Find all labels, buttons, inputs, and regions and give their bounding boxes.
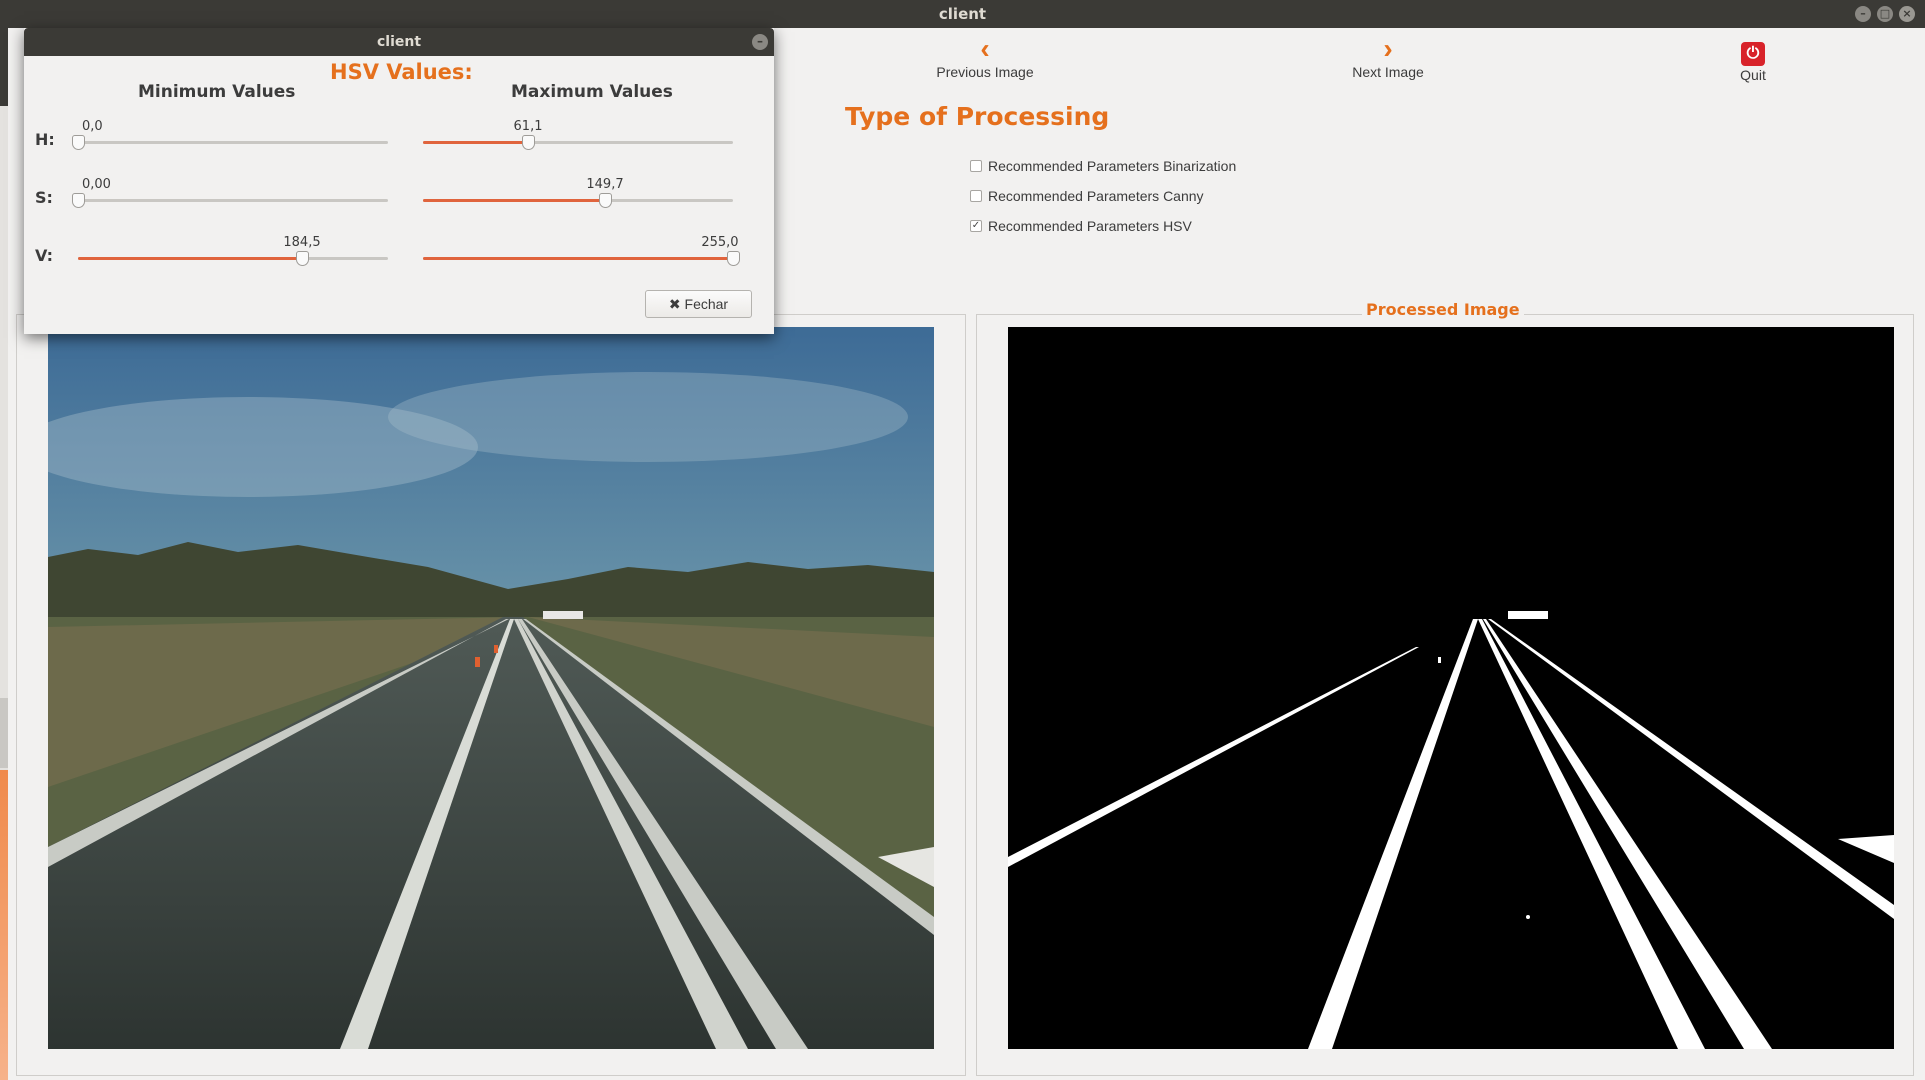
minimum-values-header: Minimum Values: [138, 82, 296, 102]
saturation-min-slider[interactable]: 0,00: [72, 177, 388, 210]
minimize-icon[interactable]: –: [1855, 6, 1871, 22]
previous-image-label: Previous Image: [936, 64, 1034, 80]
value-label: V:: [35, 246, 54, 265]
option-hsv[interactable]: ✓ Recommended Parameters HSV: [970, 218, 1192, 234]
value-max-value: 255,0: [701, 235, 739, 250]
hue-min-value: 0,0: [82, 119, 103, 134]
processed-image: [1008, 327, 1894, 1049]
option-label: Recommended Parameters Canny: [988, 188, 1204, 204]
option-canny[interactable]: Recommended Parameters Canny: [970, 188, 1204, 204]
hue-max-slider[interactable]: 61,1: [423, 119, 733, 152]
saturation-max-slider[interactable]: 149,7: [423, 177, 733, 210]
hsv-checkbox[interactable]: ✓: [970, 220, 982, 232]
canny-checkbox[interactable]: [970, 190, 982, 202]
close-icon[interactable]: ×: [1899, 6, 1915, 22]
main-titlebar: client – □ ×: [0, 0, 1925, 28]
saturation-label: S:: [35, 188, 53, 207]
window-title: client: [938, 5, 987, 23]
power-icon: ⏻: [1741, 42, 1765, 66]
quit-button[interactable]: ⏻ Quit: [1723, 34, 1783, 83]
minimize-icon[interactable]: –: [752, 34, 768, 50]
chevron-left-icon: ‹: [980, 33, 990, 64]
value-max-slider[interactable]: 255,0: [423, 235, 740, 268]
hsv-dialog: client – HSV Values: Minimum Values Maxi…: [24, 28, 774, 334]
close-dialog-button[interactable]: ✖ Fechar: [645, 290, 752, 318]
previous-image-button[interactable]: ‹ Previous Image: [930, 33, 1040, 81]
processed-image-title: Processed Image: [1362, 300, 1524, 319]
hue-max-value: 61,1: [513, 119, 543, 134]
option-label: Recommended Parameters Binarization: [988, 158, 1237, 174]
maximum-values-header: Maximum Values: [511, 82, 673, 102]
slider-handle[interactable]: [522, 135, 535, 150]
processing-title: Type of Processing: [845, 102, 1110, 131]
window-controls: – □ ×: [1855, 6, 1915, 22]
chevron-right-icon: ›: [1383, 33, 1393, 64]
background-window-edge: [0, 28, 8, 1080]
next-image-button[interactable]: › Next Image: [1333, 33, 1443, 81]
slider-handle[interactable]: [72, 193, 85, 208]
slider-handle[interactable]: [296, 251, 309, 266]
binarization-checkbox[interactable]: [970, 160, 982, 172]
quit-label: Quit: [1740, 67, 1766, 83]
value-min-slider[interactable]: 184,5: [78, 235, 388, 268]
next-image-label: Next Image: [1352, 64, 1424, 80]
dialog-title: client: [376, 34, 422, 50]
hsv-values-title: HSV Values:: [330, 60, 473, 84]
maximize-icon[interactable]: □: [1877, 6, 1893, 22]
original-image: [48, 327, 934, 1049]
value-min-value: 184,5: [283, 235, 321, 250]
hue-min-slider[interactable]: 0,0: [72, 119, 388, 152]
slider-handle[interactable]: [72, 135, 85, 150]
hue-label: H:: [35, 130, 55, 149]
slider-handle[interactable]: [599, 193, 612, 208]
saturation-min-value: 0,00: [82, 177, 111, 192]
slider-handle[interactable]: [727, 251, 740, 266]
option-binarization[interactable]: Recommended Parameters Binarization: [970, 158, 1236, 174]
option-label: Recommended Parameters HSV: [988, 218, 1192, 234]
saturation-max-value: 149,7: [586, 177, 624, 192]
dialog-titlebar: client –: [24, 28, 774, 56]
